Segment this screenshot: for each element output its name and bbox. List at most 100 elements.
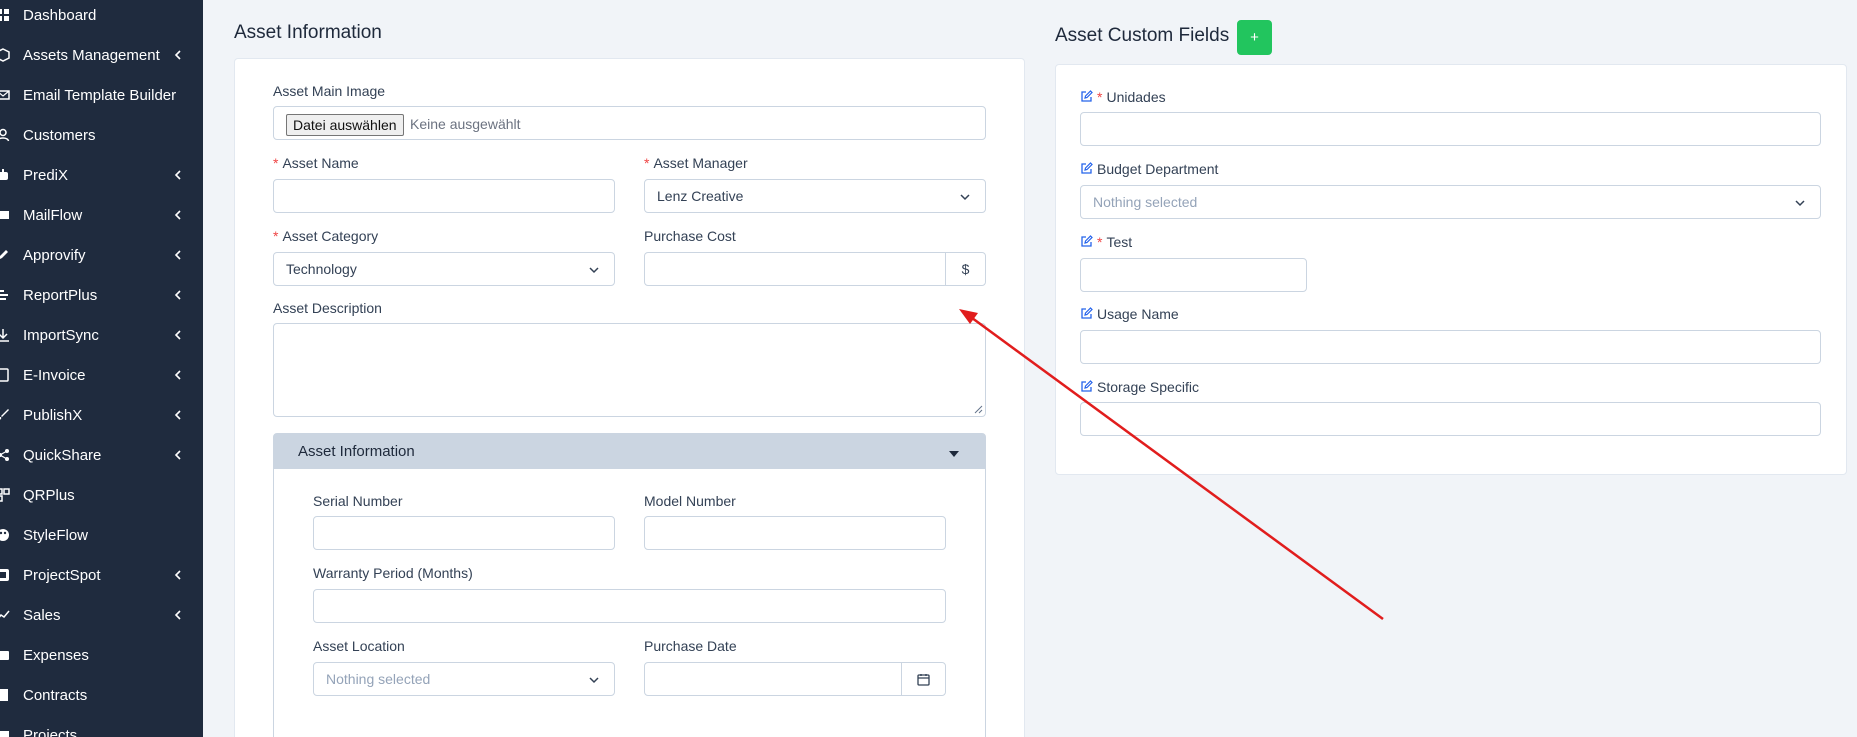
mail-icon — [0, 208, 10, 222]
chevron-left-icon — [174, 290, 181, 300]
share-icon — [0, 448, 10, 462]
sidebar-item-email-template-builder[interactable]: Email Template Builder — [0, 77, 203, 113]
sales-icon — [0, 608, 10, 622]
sidebar-item-customers[interactable]: Customers — [0, 117, 203, 153]
sidebar-item-expenses[interactable]: Expenses — [0, 637, 203, 673]
sidebar-item-approvify[interactable]: Approvify — [0, 237, 203, 273]
test-input[interactable] — [1080, 258, 1307, 292]
asset-category-label: * Asset Category — [273, 228, 379, 244]
choose-file-button[interactable]: Datei auswählen — [286, 114, 404, 136]
add-custom-field-button[interactable]: + — [1237, 20, 1272, 55]
serial-number-input[interactable] — [313, 516, 615, 550]
sidebar-item-sales[interactable]: Sales — [0, 597, 203, 633]
edit-icon[interactable] — [1080, 162, 1093, 175]
report-icon — [0, 288, 10, 302]
sidebar-item-assets-management[interactable]: Assets Management — [0, 37, 203, 73]
sidebar-item-label: ImportSync — [23, 326, 99, 344]
model-number-label: Model Number — [644, 493, 736, 509]
purchase-cost-input[interactable]: $ — [644, 252, 986, 286]
warranty-period-label: Warranty Period (Months) — [313, 565, 473, 581]
asset-custom-fields-card: * Unidades Budget Department Nothing sele… — [1055, 64, 1847, 475]
required-marker: * — [1097, 89, 1103, 105]
required-marker: * — [1097, 234, 1103, 250]
sidebar-item-contracts[interactable]: Contracts — [0, 677, 203, 713]
sidebar-item-projects[interactable]: Projects — [0, 717, 203, 737]
warranty-period-input[interactable] — [313, 589, 946, 623]
asset-information-title: Asset Information — [234, 22, 382, 43]
sidebar-item-label: Expenses — [23, 646, 89, 664]
chevron-left-icon — [174, 170, 181, 180]
required-marker: * — [273, 228, 279, 244]
expenses-icon — [0, 648, 10, 662]
asset-manager-select[interactable]: Lenz Creative — [644, 179, 986, 213]
asset-location-label: Asset Location — [313, 638, 405, 654]
chevron-down-icon — [960, 194, 970, 201]
budget-department-select[interactable]: Nothing selected — [1080, 185, 1821, 219]
sidebar-item-label: Email Template Builder — [23, 86, 177, 104]
purchase-date-input[interactable] — [644, 662, 946, 696]
qr-icon — [0, 488, 10, 502]
asset-information-accordion-header[interactable]: Asset Information — [273, 433, 986, 469]
storage-specific-input[interactable] — [1080, 402, 1821, 436]
asset-category-select[interactable]: Technology — [273, 252, 615, 286]
sidebar-item-qrplus[interactable]: QRPlus — [0, 477, 203, 513]
edit-icon[interactable] — [1080, 235, 1093, 248]
chevron-left-icon — [174, 210, 181, 220]
projects-icon — [0, 728, 10, 737]
chevron-left-icon — [174, 370, 181, 380]
sidebar-item-label: StyleFlow — [23, 526, 89, 544]
sidebar-item-label: Contracts — [23, 686, 88, 704]
edit-icon[interactable] — [1080, 307, 1093, 320]
budget-department-label: Budget Department — [1080, 161, 1218, 177]
chevron-left-icon — [174, 570, 181, 580]
serial-number-label: Serial Number — [313, 493, 403, 509]
asset-information-card: Asset Main Image Datei auswählen Keine a… — [234, 58, 1025, 737]
sidebar-item-quickshare[interactable]: QuickShare — [0, 437, 203, 473]
sidebar-item-styleflow[interactable]: StyleFlow — [0, 517, 203, 553]
project-icon — [0, 568, 10, 582]
unidades-label: * Unidades — [1080, 89, 1166, 105]
assets-icon — [0, 48, 10, 62]
user-icon — [0, 128, 10, 142]
sidebar-item-mailflow[interactable]: MailFlow — [0, 197, 203, 233]
sidebar-item-publishx[interactable]: PublishX — [0, 397, 203, 433]
sidebar-item-projectspot[interactable]: ProjectSpot — [0, 557, 203, 593]
sidebar-item-label: ProjectSpot — [23, 566, 101, 584]
asset-name-input[interactable] — [273, 179, 615, 213]
resize-handle-icon[interactable] — [973, 404, 983, 414]
asset-main-image-file-input[interactable]: Datei auswählen Keine ausgewählt — [273, 106, 986, 140]
calendar-button[interactable] — [901, 663, 945, 695]
chevron-left-icon — [174, 330, 181, 340]
chevron-down-icon — [589, 267, 599, 274]
sidebar-item-reportplus[interactable]: ReportPlus — [0, 277, 203, 313]
sidebar-item-label: QuickShare — [23, 446, 102, 464]
chevron-down-icon — [589, 677, 599, 684]
asset-manager-label: * Asset Manager — [644, 155, 748, 171]
asset-description-textarea[interactable] — [273, 323, 986, 417]
edit-icon[interactable] — [1080, 90, 1093, 103]
sidebar-item-dashboard[interactable]: Dashboard — [0, 0, 203, 33]
purchase-date-label: Purchase Date — [644, 638, 737, 654]
sidebar: Dashboard Assets Management Email Template… — [0, 0, 203, 737]
pen-icon — [0, 248, 10, 262]
sidebar-item-label: Assets Management — [23, 46, 160, 64]
sidebar-item-e-invoice[interactable]: E-Invoice — [0, 357, 203, 393]
dashboard-icon — [0, 8, 10, 22]
purchase-cost-label: Purchase Cost — [644, 228, 736, 244]
test-label: * Test — [1080, 234, 1132, 250]
asset-information-accordion-body: Serial Number Model Number Warranty Peri… — [273, 469, 986, 737]
palette-icon — [0, 528, 10, 542]
sidebar-item-label: E-Invoice — [23, 366, 86, 384]
sidebar-item-label: QRPlus — [23, 486, 75, 504]
sidebar-item-label: Sales — [23, 606, 61, 624]
asset-location-select[interactable]: Nothing selected — [313, 662, 615, 696]
sidebar-item-importsync[interactable]: ImportSync — [0, 317, 203, 353]
edit-icon[interactable] — [1080, 380, 1093, 393]
usage-name-input[interactable] — [1080, 330, 1821, 364]
caret-down-icon — [949, 451, 959, 457]
unidades-input[interactable] — [1080, 112, 1821, 146]
sidebar-item-label: Customers — [23, 126, 96, 144]
model-number-input[interactable] — [644, 516, 946, 550]
sidebar-item-predix[interactable]: PrediX — [0, 157, 203, 193]
chevron-left-icon — [174, 250, 181, 260]
